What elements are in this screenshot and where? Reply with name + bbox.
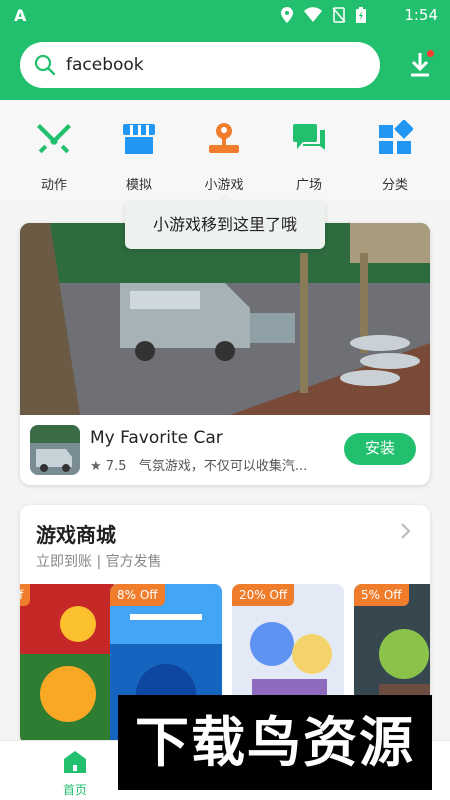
app-name: My Favorite Car	[90, 428, 223, 448]
discount-badge: 5% Off	[354, 584, 409, 606]
section-subtitle: 立即到账 | 官方发售	[36, 554, 162, 570]
clock: 1:54	[404, 6, 438, 24]
category-label: 广场	[295, 178, 322, 193]
search-icon	[34, 54, 56, 76]
app-rating: 7.5	[105, 459, 127, 474]
search-input[interactable]: facebook	[20, 42, 380, 88]
battery-icon	[356, 7, 366, 23]
star-icon: ★	[90, 459, 102, 474]
joystick-icon	[209, 123, 239, 153]
wifi-icon	[304, 7, 322, 22]
storefront-icon	[123, 124, 155, 154]
game-cover-image	[20, 584, 120, 745]
no-sim-icon	[332, 7, 346, 23]
category-label: 动作	[40, 178, 67, 193]
category-action[interactable]: 动作	[19, 120, 89, 193]
category-simulation[interactable]: 模拟	[104, 120, 174, 193]
app-meta: ★ 7.5 气氛游戏，不仅可以收集汽...	[90, 455, 350, 474]
watermark: 下载鸟资源	[118, 695, 432, 790]
nav-label: 首页	[62, 783, 87, 797]
swords-icon	[37, 124, 71, 154]
app-description: 气氛游戏，不仅可以收集汽...	[138, 459, 308, 474]
download-button[interactable]	[404, 48, 436, 80]
discount-badge: 8% Off	[110, 584, 165, 606]
game-banner-image	[20, 223, 430, 415]
status-bar: A 1:54	[0, 0, 450, 30]
install-button[interactable]: 安装	[344, 433, 416, 465]
minigame-tooltip: 小游戏移到这里了哦	[125, 193, 325, 249]
nav-home[interactable]: 首页	[40, 749, 110, 798]
category-minigame[interactable]: 小游戏	[189, 120, 259, 193]
notification-dot	[427, 50, 434, 57]
category-label: 分类	[381, 178, 408, 193]
app-icon	[30, 425, 80, 475]
category-bar: 动作 模拟 小游戏 广场 分类	[0, 100, 450, 200]
category-classify[interactable]: 分类	[360, 119, 430, 193]
home-icon	[64, 751, 86, 773]
category-square[interactable]: 广场	[274, 120, 344, 193]
location-icon	[281, 7, 293, 23]
grid-icon	[379, 119, 414, 154]
discount-badge: ff	[20, 584, 31, 606]
category-label: 模拟	[125, 178, 152, 193]
chevron-right-icon[interactable]	[400, 522, 412, 540]
search-value: facebook	[66, 55, 144, 75]
discount-badge: 20% Off	[232, 584, 295, 606]
section-title: 游戏商城	[36, 523, 116, 547]
store-game-card[interactable]: ff	[20, 584, 120, 745]
chat-icon	[293, 124, 325, 150]
featured-game-card[interactable]: My Favorite Car ★ 7.5 气氛游戏，不仅可以收集汽... 安装	[20, 223, 430, 485]
header: facebook	[0, 30, 450, 100]
category-label: 小游戏	[204, 178, 244, 193]
app-notification-icon: A	[14, 6, 27, 25]
